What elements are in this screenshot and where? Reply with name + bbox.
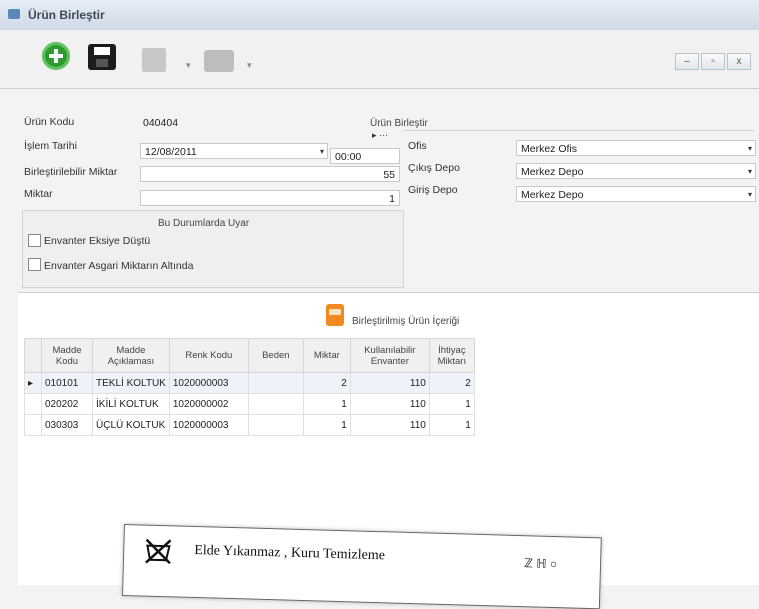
cell-desc[interactable]: ÜÇLÜ KOLTUK (92, 414, 170, 436)
cell-code[interactable]: 020202 (41, 393, 93, 415)
urun-kodu-label: Ürün Kodu (24, 116, 75, 128)
chevron-down-icon[interactable]: ▾ (320, 144, 324, 160)
islem-tarihi-label: İşlem Tarihi (24, 140, 77, 152)
care-label-text: Elde Yıkanmaz , Kuru Temizleme (194, 542, 386, 564)
miktar-input[interactable]: 1 (140, 190, 400, 206)
chevron-down-icon[interactable]: ▾ (247, 60, 252, 71)
chevron-down-icon[interactable]: ▾ (748, 187, 752, 203)
package-icon (326, 304, 344, 326)
warning-label-asgari: Envanter Asgari Miktarın Altında (44, 260, 194, 272)
warning-label-eksi: Envanter Eksiye Düştü (44, 235, 151, 247)
warning-checkbox-asgari[interactable] (28, 258, 41, 271)
contents-grid: Madde Kodu Madde Açıklaması Renk Kodu Be… (24, 338, 475, 436)
chevron-down-icon[interactable]: ▾ (748, 141, 752, 157)
cell-beden[interactable] (247, 372, 304, 394)
save-icon[interactable] (88, 44, 116, 70)
cell-miktar[interactable]: 1 (302, 414, 351, 436)
ofis-select[interactable]: Merkez Ofis ▾ (516, 140, 756, 156)
cikis-depo-label: Çıkış Depo (408, 162, 460, 174)
column-header[interactable]: Madde Kodu (41, 338, 93, 373)
cikis-depo-select[interactable]: Merkez Depo ▾ (516, 163, 756, 179)
contents-title: Birleştirilmiş Ürün İçeriği (352, 316, 460, 327)
table-row[interactable]: 030303 ÜÇLÜ KOLTUK 1020000003 1 110 1 (24, 414, 475, 436)
chevron-down-icon[interactable]: ▾ (748, 164, 752, 180)
urun-birlestir-section-title: Ürün Birleştir (370, 118, 428, 129)
column-header[interactable]: Renk Kodu (168, 338, 249, 373)
app-icon (8, 9, 20, 19)
cell-renk[interactable]: 1020000003 (168, 414, 249, 436)
print-icon[interactable] (204, 50, 234, 72)
cell-envanter[interactable]: 110 (349, 372, 430, 394)
cell-code[interactable]: 010101 (41, 372, 93, 394)
cell-ihtiyac[interactable]: 1 (428, 393, 475, 415)
row-indicator (24, 393, 42, 415)
cell-beden[interactable] (247, 414, 304, 436)
chevron-down-icon[interactable]: ▾ (186, 60, 191, 71)
table-row[interactable]: 020202 İKİLİ KOLTUK 1020000002 1 110 1 (24, 393, 475, 415)
maximize-button[interactable]: ▫ (701, 53, 725, 70)
islem-saati-input[interactable]: 00:00 (330, 148, 400, 164)
row-indicator-header (24, 338, 42, 373)
window-titlebar: Ürün Birleştir (0, 0, 759, 31)
giris-depo-value: Merkez Depo (521, 189, 584, 201)
no-hand-wash-icon (145, 538, 172, 565)
row-indicator (24, 414, 42, 436)
islem-tarihi-input[interactable]: 12/08/2011 ▾ (140, 143, 328, 159)
islem-tarihi-value: 12/08/2011 (145, 146, 197, 158)
cell-envanter[interactable]: 110 (349, 393, 430, 415)
cell-miktar[interactable]: 2 (302, 372, 351, 394)
cell-ihtiyac[interactable]: 1 (428, 414, 475, 436)
cikis-depo-value: Merkez Depo (521, 166, 584, 178)
ofis-value: Merkez Ofis (521, 143, 578, 155)
ofis-label: Ofis (408, 140, 427, 152)
care-symbols: ℤ ℍ ○ (523, 556, 558, 572)
column-header[interactable]: Madde Açıklaması (92, 338, 170, 373)
add-icon[interactable] (42, 42, 70, 70)
urun-kodu-input[interactable]: 040404 (138, 114, 400, 130)
cell-renk[interactable]: 1020000003 (168, 372, 249, 394)
cell-desc[interactable]: İKİLİ KOLTUK (92, 393, 170, 415)
current-row-indicator-icon: ▸ (24, 372, 42, 394)
warnings-title: Bu Durumlarda Uyar (158, 218, 250, 229)
cell-renk[interactable]: 1020000002 (168, 393, 249, 415)
cell-miktar[interactable]: 1 (302, 393, 351, 415)
care-label-card: Elde Yıkanmaz , Kuru Temizleme ℤ ℍ ○ (121, 524, 602, 609)
window-controls: – ▫ x (673, 53, 751, 70)
giris-depo-select[interactable]: Merkez Depo ▾ (516, 186, 756, 202)
miktar-label: Miktar (24, 188, 53, 200)
warning-checkbox-eksi[interactable] (28, 234, 41, 247)
cell-desc[interactable]: TEKLİ KOLTUK (92, 372, 170, 394)
copy-icon[interactable] (142, 48, 166, 72)
window-title: Ürün Birleştir (28, 8, 105, 22)
column-header[interactable]: İhtiyaç Miktarı (428, 338, 475, 373)
giris-depo-label: Giriş Depo (408, 184, 458, 196)
cell-ihtiyac[interactable]: 2 (428, 372, 475, 394)
table-row[interactable]: ▸ 010101 TEKLİ KOLTUK 1020000003 2 110 2 (24, 372, 475, 394)
minimize-button[interactable]: – (675, 53, 699, 70)
column-header[interactable]: Miktar (302, 338, 351, 373)
column-header[interactable]: Beden (247, 338, 304, 373)
column-header[interactable]: Kullanılabilir Envanter (349, 338, 430, 373)
lookup-buttons[interactable]: ▸ ··· (372, 130, 388, 141)
cell-code[interactable]: 030303 (41, 414, 93, 436)
cell-envanter[interactable]: 110 (349, 414, 430, 436)
birlestirilebilir-input: 55 (140, 166, 400, 182)
birlestirilebilir-label: Birleştirilebilir Miktar (24, 166, 118, 178)
close-button[interactable]: x (727, 53, 751, 70)
cell-beden[interactable] (247, 393, 304, 415)
section-divider (404, 130, 754, 131)
